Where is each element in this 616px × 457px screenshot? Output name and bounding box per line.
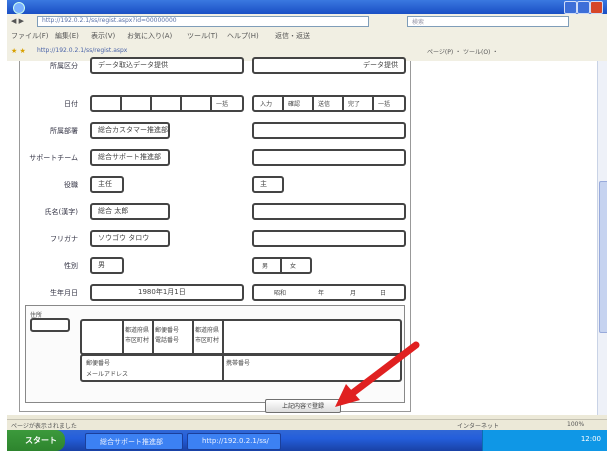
red-arrow-annotation [335, 341, 420, 407]
